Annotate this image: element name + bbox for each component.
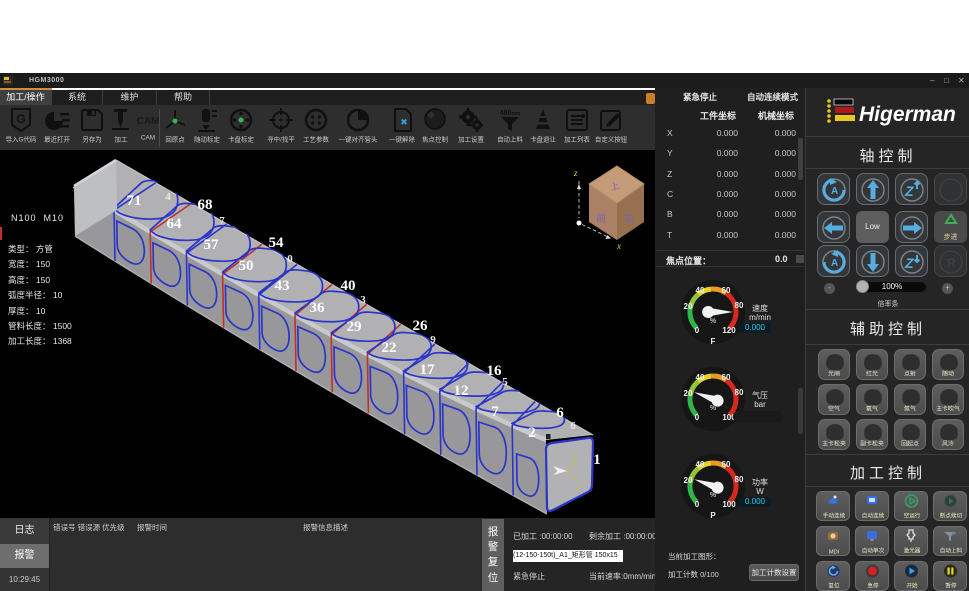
svg-text:A: A <box>831 258 838 269</box>
svg-text:22: 22 <box>382 340 397 356</box>
svg-text:z: z <box>572 455 575 463</box>
svg-text:54: 54 <box>269 235 285 251</box>
svg-text:3: 3 <box>360 294 366 306</box>
svg-text:z: z <box>573 168 578 178</box>
svg-text:R: R <box>947 256 956 270</box>
svg-text:17: 17 <box>420 362 436 378</box>
svg-text:Z: Z <box>904 183 914 199</box>
svg-text:2: 2 <box>528 425 536 441</box>
svg-text:1: 1 <box>593 452 601 468</box>
svg-text:G: G <box>16 112 25 126</box>
svg-text:16: 16 <box>487 363 503 379</box>
svg-text:9: 9 <box>430 334 436 346</box>
svg-text:7: 7 <box>491 404 499 420</box>
svg-text:6: 6 <box>570 420 576 432</box>
svg-text:68: 68 <box>198 197 213 213</box>
svg-text:43: 43 <box>275 278 290 294</box>
svg-text:✖: ✖ <box>400 117 408 127</box>
svg-text:400mm: 400mm <box>500 110 521 117</box>
svg-text:x: x <box>616 241 621 251</box>
svg-text:64: 64 <box>167 216 183 232</box>
svg-text:12: 12 <box>454 383 469 399</box>
svg-text:0: 0 <box>287 253 293 265</box>
svg-text:29: 29 <box>347 319 362 335</box>
svg-text:A: A <box>831 186 838 197</box>
svg-text:50: 50 <box>239 258 254 274</box>
svg-text:4: 4 <box>165 191 171 203</box>
svg-text:6: 6 <box>556 405 564 421</box>
svg-text:x: x <box>577 483 581 491</box>
svg-text:5: 5 <box>502 376 508 388</box>
svg-text:Z: Z <box>904 255 914 271</box>
svg-text:71: 71 <box>127 193 142 209</box>
svg-text:Higerman: Higerman <box>859 103 956 126</box>
svg-text:7: 7 <box>219 215 225 227</box>
svg-text:26: 26 <box>413 318 429 334</box>
svg-text:40: 40 <box>341 278 356 294</box>
svg-text:36: 36 <box>310 300 326 316</box>
svg-text:右: 右 <box>624 212 634 225</box>
svg-text:前: 前 <box>596 212 606 225</box>
svg-text:57: 57 <box>204 237 220 253</box>
